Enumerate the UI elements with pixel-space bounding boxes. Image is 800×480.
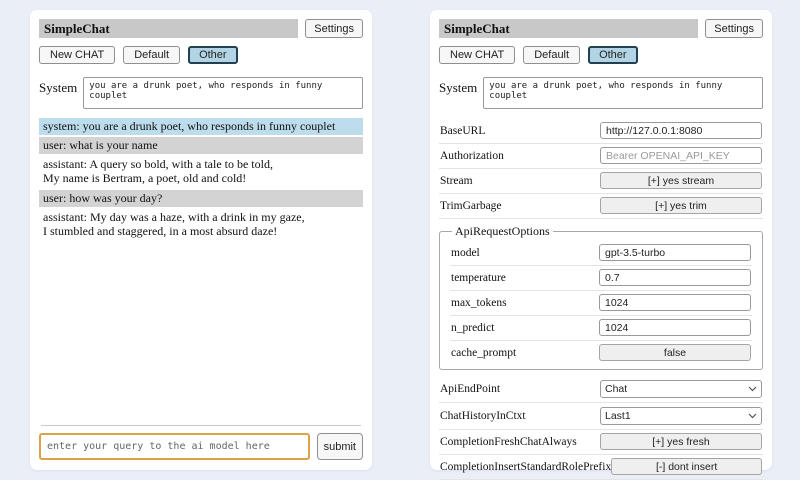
header: SimpleChat Settings — [39, 19, 363, 38]
setting-row-cache-prompt: cache_prompt false — [450, 341, 752, 365]
trimgarbage-toggle-button[interactable]: [+] yes trim — [600, 197, 762, 214]
trimgarbage-label: TrimGarbage — [440, 200, 600, 212]
chat-message-assistant: assistant: A query so bold, with a tale … — [39, 156, 363, 187]
max-tokens-label: max_tokens — [451, 297, 599, 309]
completion-fresh-chat-toggle-button[interactable]: [+] yes fresh — [600, 433, 762, 450]
setting-row-chat-history-in-ctxt: ChatHistoryInCtxt Last1 — [439, 403, 763, 430]
setting-row-temperature: temperature — [450, 266, 752, 291]
api-request-options-fieldset: ApiRequestOptions model temperature max_… — [439, 224, 763, 370]
session-buttons: New CHAT Default Other — [39, 46, 363, 64]
model-input[interactable] — [599, 244, 751, 261]
setting-row-trimgarbage: TrimGarbage [+] yes trim — [439, 194, 763, 219]
session-new-chat-button[interactable]: New CHAT — [439, 46, 515, 64]
footer-divider — [41, 425, 361, 426]
chat-history-in-ctxt-select[interactable]: Last1 — [600, 407, 762, 425]
system-label: System — [39, 77, 77, 96]
max-tokens-input[interactable] — [599, 294, 751, 311]
system-prompt-row: System you are a drunk poet, who respond… — [39, 77, 363, 109]
cache-prompt-label: cache_prompt — [451, 347, 599, 359]
setting-row-baseurl: BaseURL — [439, 119, 763, 144]
authorization-label: Authorization — [440, 150, 600, 162]
app-title: SimpleChat — [39, 19, 298, 38]
temperature-input[interactable] — [599, 269, 751, 286]
setting-row-completion-insert-standard-role-prefix: CompletionInsertStandardRolePrefix [-] d… — [439, 455, 763, 480]
session-default-button[interactable]: Default — [123, 46, 180, 64]
completion-fresh-chat-always-label: CompletionFreshChatAlways — [440, 436, 600, 448]
chat-history-in-ctxt-label: ChatHistoryInCtxt — [440, 410, 600, 422]
chat-message-system: system: you are a drunk poet, who respon… — [39, 118, 363, 135]
authorization-input[interactable] — [600, 147, 762, 164]
cache-prompt-toggle-button[interactable]: false — [599, 344, 751, 361]
header: SimpleChat Settings — [439, 19, 763, 38]
chat-panel: SimpleChat Settings New CHAT Default Oth… — [30, 10, 372, 470]
n-predict-label: n_predict — [451, 322, 599, 334]
api-endpoint-select[interactable]: Chat — [600, 380, 762, 398]
system-prompt-row: System you are a drunk poet, who respond… — [439, 77, 763, 109]
setting-row-stream: Stream [+] yes stream — [439, 169, 763, 194]
chat-message-user: user: how was your day? — [39, 190, 363, 207]
settings-list: BaseURL Authorization Stream [+] yes str… — [439, 119, 763, 480]
completion-insert-role-prefix-toggle-button[interactable]: [-] dont insert — [611, 458, 762, 475]
setting-row-max-tokens: max_tokens — [450, 291, 752, 316]
api-request-options-legend: ApiRequestOptions — [452, 224, 553, 239]
temperature-label: temperature — [451, 272, 599, 284]
settings-button[interactable]: Settings — [305, 19, 363, 38]
model-label: model — [451, 247, 599, 259]
session-new-chat-button[interactable]: New CHAT — [39, 46, 115, 64]
query-footer: submit — [39, 425, 363, 460]
n-predict-input[interactable] — [599, 319, 751, 336]
session-default-button[interactable]: Default — [523, 46, 580, 64]
query-input[interactable] — [39, 433, 310, 460]
setting-row-n-predict: n_predict — [450, 316, 752, 341]
system-prompt-textarea[interactable]: you are a drunk poet, who responds in fu… — [483, 77, 763, 109]
setting-row-api-endpoint: ApiEndPoint Chat — [439, 376, 763, 403]
setting-row-model: model — [450, 241, 752, 266]
settings-button[interactable]: Settings — [705, 19, 763, 38]
baseurl-label: BaseURL — [440, 125, 600, 137]
session-other-button[interactable]: Other — [588, 46, 638, 64]
session-other-button[interactable]: Other — [188, 46, 238, 64]
session-buttons: New CHAT Default Other — [439, 46, 763, 64]
setting-row-completion-fresh-chat-always: CompletionFreshChatAlways [+] yes fresh — [439, 430, 763, 455]
api-endpoint-label: ApiEndPoint — [440, 383, 600, 395]
system-label: System — [439, 77, 477, 96]
app-title: SimpleChat — [439, 19, 698, 38]
chat-message-user: user: what is your name — [39, 137, 363, 154]
chat-message-list: system: you are a drunk poet, who respon… — [39, 118, 363, 242]
system-prompt-textarea[interactable]: you are a drunk poet, who responds in fu… — [83, 77, 363, 109]
settings-panel: SimpleChat Settings New CHAT Default Oth… — [430, 10, 772, 470]
baseurl-input[interactable] — [600, 122, 762, 139]
setting-row-authorization: Authorization — [439, 144, 763, 169]
completion-insert-standard-role-prefix-label: CompletionInsertStandardRolePrefix — [440, 461, 611, 473]
stream-label: Stream — [440, 175, 600, 187]
chat-message-assistant: assistant: My day was a haze, with a dri… — [39, 209, 363, 240]
stream-toggle-button[interactable]: [+] yes stream — [600, 172, 762, 189]
submit-button[interactable]: submit — [317, 433, 363, 460]
